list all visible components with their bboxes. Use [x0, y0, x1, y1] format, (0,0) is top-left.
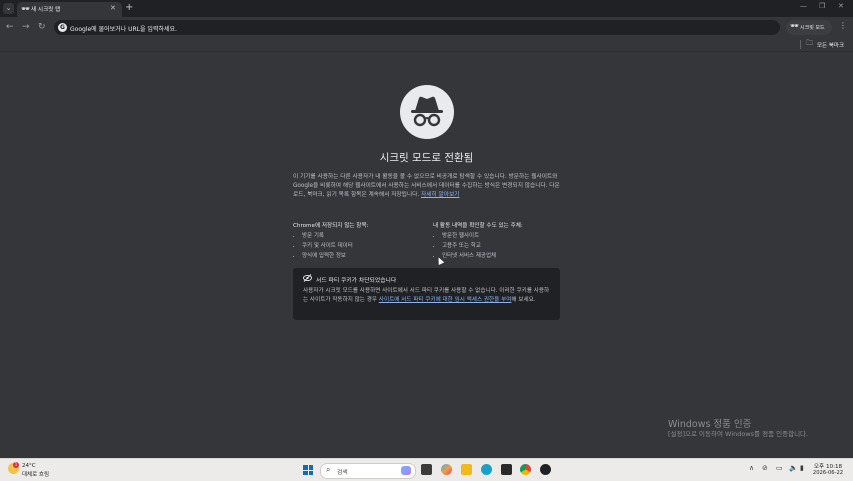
tray-chevron-icon[interactable]: ∧ [749, 464, 754, 472]
search-icon: ⌕ [326, 465, 331, 474]
address-placeholder: Google에 물어보거나 URL을 입력하세요. [70, 25, 177, 33]
windows-start-icon[interactable] [303, 465, 313, 475]
list-item: 양식에 입력한 정보 [302, 251, 353, 261]
visible-to-title: 내 활동 내역을 확인할 수도 있는 주체: [433, 223, 523, 229]
incognito-description: 이 기기를 사용하는 다른 사용자가 내 활동을 볼 수 없으므로 비공개로 탐… [293, 173, 560, 201]
taskbar: 1 24°C 대체로 흐림 ⌕ 검색 ∧ ⊘ ▭ 🔈 ▮ 오후 10:18 20… [0, 458, 853, 481]
close-icon[interactable]: ✕ [110, 4, 116, 12]
not-saved-list: 방문 기록 쿠키 및 사이트 데이터 양식에 입력한 정보 [293, 231, 353, 261]
incognito-icon: 🕶 [21, 5, 30, 13]
forward-button[interactable]: → [22, 22, 30, 33]
copilot-icon[interactable] [441, 464, 452, 475]
close-window-button[interactable]: ✕ [838, 2, 844, 10]
eye-off-icon [303, 274, 312, 284]
list-item: 고용주 또는 학교 [442, 241, 496, 251]
third-party-cookie-card: 서드 파티 쿠키가 차단되었습니다 사용자가 시크릿 모드를 사용하면 사이트에… [293, 268, 560, 320]
incognito-hero-icon [400, 85, 454, 139]
page-title: 시크릿 모드로 전환됨 [379, 152, 474, 164]
edge-icon[interactable] [481, 464, 492, 475]
cookie-card-title: 서드 파티 쿠키가 차단되었습니다 [316, 278, 397, 284]
tab-title: 새 시크릿 탭 [31, 7, 61, 13]
weather-condition[interactable]: 대체로 흐림 [22, 470, 49, 478]
chrome-incognito-icon[interactable] [540, 464, 551, 475]
activation-watermark-subtitle: [설정]으로 이동하여 Windows를 정품 인증합니다. [668, 430, 809, 438]
tab-strip: ⌄ 🕶 새 시크릿 탭 ✕ + — ❐ ✕ [0, 0, 853, 17]
menu-icon[interactable]: ⋮ [839, 21, 847, 30]
toolbar: ← → ↻ G Google에 물어보거나 URL을 입력하세요. 🕶 시크릿 … [0, 17, 853, 38]
all-bookmarks-button[interactable]: 모든 북마크 [817, 41, 844, 49]
list-item: 쿠키 및 사이트 데이터 [302, 241, 353, 251]
clock-time[interactable]: 오후 10:18 [806, 462, 850, 470]
visible-to-list: 방문한 웹사이트 고용주 또는 학교 인터넷 서비스 제공업체 [433, 231, 496, 261]
learn-more-link[interactable]: 자세히 알아보기 [421, 192, 459, 198]
google-g-icon: G [58, 23, 67, 32]
back-button[interactable]: ← [6, 22, 14, 33]
store-icon[interactable] [501, 464, 512, 475]
task-view-icon[interactable] [421, 464, 432, 475]
security-icon[interactable]: ⊘ [762, 464, 768, 472]
weather-temperature[interactable]: 24°C [22, 463, 36, 469]
notification-badge: 1 [13, 462, 19, 468]
reload-button[interactable]: ↻ [38, 22, 46, 33]
bookmark-bar: 🗀 모든 북마크 [0, 38, 853, 52]
battery-icon[interactable]: ▮ [800, 464, 804, 472]
search-placeholder: 검색 [337, 470, 348, 476]
tab-search-button[interactable]: ⌄ [3, 3, 14, 14]
chrome-icon[interactable] [520, 464, 531, 475]
clock-date[interactable]: 2026-06-22 [806, 470, 850, 476]
list-item: 방문 기록 [302, 231, 353, 241]
incognito-profile-chip[interactable]: 🕶 시크릿 모드 [786, 20, 832, 35]
network-icon[interactable]: ▭ [776, 464, 783, 472]
tab-incognito[interactable]: 🕶 새 시크릿 탭 ✕ [17, 2, 122, 17]
taskbar-search-box[interactable]: ⌕ 검색 [320, 463, 416, 479]
minimize-button[interactable]: — [800, 2, 807, 10]
list-item: 방문한 웹사이트 [442, 231, 496, 241]
cookie-body-text-end: 해 보세요. [511, 297, 536, 304]
file-explorer-icon[interactable] [461, 464, 472, 475]
address-bar[interactable]: G Google에 물어보거나 URL을 입력하세요. [54, 20, 780, 35]
list-item: 인터넷 서비스 제공업체 [442, 251, 496, 261]
folder-icon: 🗀 [806, 39, 813, 47]
incognito-chip-label: 시크릿 모드 [800, 25, 825, 31]
incognito-icon: 🕶 [790, 22, 799, 30]
search-highlight-icon [401, 466, 411, 475]
temporary-access-link[interactable]: 사이트에 서드 파티 쿠키에 대한 임시 액세스 권한을 부여 [379, 297, 512, 303]
volume-icon[interactable]: 🔈 [789, 464, 798, 472]
cookie-card-body: 사용자가 시크릿 모드를 사용하면 사이트에서 서드 파티 쿠키를 사용할 수 … [303, 287, 553, 306]
bookmark-divider [800, 40, 801, 49]
maximize-button[interactable]: ❐ [819, 2, 825, 10]
not-saved-title: Chrome에 저장되지 않는 항목: [293, 223, 369, 229]
new-tab-button[interactable]: + [125, 2, 133, 14]
